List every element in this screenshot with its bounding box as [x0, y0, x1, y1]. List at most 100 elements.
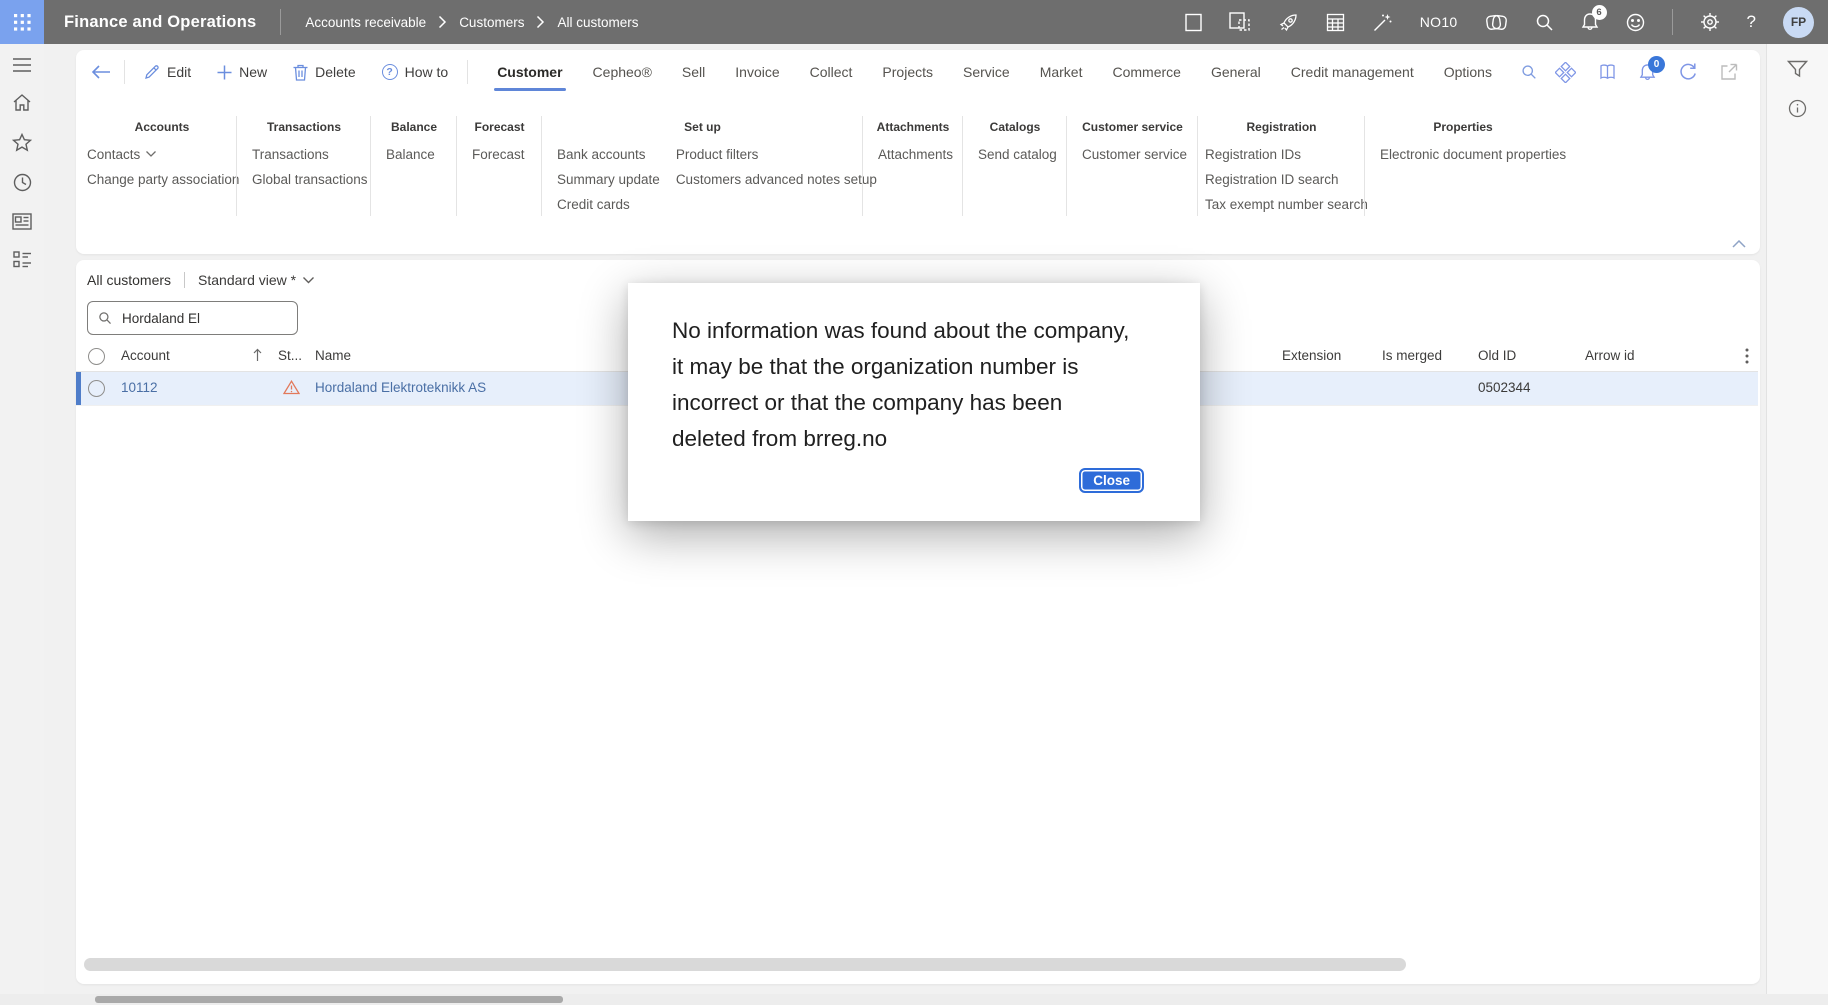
app-title[interactable]: Finance and Operations — [64, 13, 256, 32]
avatar[interactable]: FP — [1783, 6, 1814, 38]
ribbon-group-customer-service: Customer service Customer service — [1067, 94, 1198, 254]
tab-options[interactable]: Options — [1429, 50, 1507, 94]
tab-sell[interactable]: Sell — [667, 50, 720, 94]
messages-bell-icon[interactable]: 0 — [1639, 55, 1665, 82]
registration-ids-button[interactable]: Registration IDs — [1205, 146, 1368, 162]
column-header-is-merged[interactable]: Is merged — [1382, 348, 1442, 363]
ribbon-group-registration: Registration Registration IDs Registrati… — [1198, 94, 1368, 254]
workspaces-icon[interactable] — [12, 213, 32, 230]
home-icon[interactable] — [12, 93, 32, 112]
breadcrumb-item[interactable]: All customers — [557, 15, 638, 30]
action-row: Edit New Delete ? How to Customer Cepheo… — [76, 50, 1760, 94]
back-arrow-icon[interactable] — [84, 55, 118, 89]
edit-button[interactable]: Edit — [131, 50, 204, 94]
tab-commerce[interactable]: Commerce — [1097, 50, 1195, 94]
refresh-icon[interactable] — [1678, 62, 1698, 82]
grid-horizontal-scrollbar[interactable] — [84, 958, 1406, 971]
search-input[interactable] — [120, 309, 280, 327]
tab-cepheo[interactable]: Cepheo® — [578, 50, 667, 94]
select-all-radio[interactable] — [88, 348, 105, 365]
tab-credit-management[interactable]: Credit management — [1276, 50, 1429, 94]
column-header-account[interactable]: Account — [121, 348, 170, 363]
open-in-new-icon[interactable] — [1720, 63, 1738, 81]
contacts-menu[interactable]: Contacts — [87, 146, 239, 162]
customers-advanced-notes-setup-button[interactable]: Customers advanced notes setup — [676, 171, 877, 187]
wand-icon[interactable] — [1372, 12, 1393, 33]
app-launcher-waffle-icon[interactable] — [0, 0, 44, 44]
tax-exempt-number-search-button[interactable]: Tax exempt number search — [1205, 196, 1368, 212]
column-header-arrow-id[interactable]: Arrow id — [1585, 348, 1635, 363]
feedback-smiley-icon[interactable] — [1626, 13, 1645, 32]
ribbon-group-balance: Balance Balance — [371, 94, 457, 254]
filter-funnel-icon[interactable] — [1787, 60, 1808, 79]
devices-icon[interactable] — [1229, 12, 1251, 32]
attachments-button[interactable]: Attachments — [878, 146, 953, 162]
tab-collect[interactable]: Collect — [795, 50, 868, 94]
rocket-icon[interactable] — [1278, 12, 1299, 33]
row-radio[interactable] — [88, 380, 105, 397]
help-icon[interactable]: ? — [1747, 12, 1756, 32]
account-link[interactable]: 10112 — [121, 380, 158, 395]
electronic-document-properties-button[interactable]: Electronic document properties — [1380, 146, 1566, 162]
delete-button[interactable]: Delete — [280, 50, 368, 94]
favorites-star-icon[interactable] — [12, 133, 32, 152]
summary-update-button[interactable]: Summary update — [557, 171, 660, 187]
tab-general[interactable]: General — [1196, 50, 1276, 94]
forecast-button[interactable]: Forecast — [472, 146, 525, 162]
column-header-old-id[interactable]: Old ID — [1478, 348, 1516, 363]
tab-customer[interactable]: Customer — [482, 50, 577, 94]
close-button[interactable]: Close — [1079, 468, 1144, 493]
info-circle-icon[interactable] — [1788, 99, 1807, 118]
calculator-icon[interactable] — [1326, 13, 1345, 32]
divider — [1671, 9, 1673, 35]
copilot-icon[interactable] — [1485, 13, 1508, 32]
tab-invoice[interactable]: Invoice — [720, 50, 794, 94]
tab-search-icon[interactable] — [1507, 64, 1551, 80]
breadcrumb-item[interactable]: Customers — [459, 15, 524, 30]
column-header-status[interactable]: St... — [278, 348, 302, 363]
search-icon[interactable] — [1535, 13, 1554, 32]
transactions-button[interactable]: Transactions — [252, 146, 368, 162]
group-title: Catalogs — [989, 120, 1041, 134]
fullscreen-icon[interactable] — [1185, 13, 1202, 32]
how-to-button[interactable]: ? How to — [369, 50, 462, 94]
customer-service-button[interactable]: Customer service — [1082, 146, 1187, 162]
environment-label[interactable]: NO10 — [1420, 14, 1458, 30]
group-title: Customer service — [1082, 120, 1183, 134]
delete-label: Delete — [315, 64, 356, 80]
column-header-name[interactable]: Name — [315, 348, 351, 363]
recent-clock-icon[interactable] — [13, 173, 32, 192]
collapse-ribbon-chevron-up-icon[interactable] — [1732, 240, 1746, 248]
new-button[interactable]: New — [204, 50, 280, 94]
change-party-association-button[interactable]: Change party association — [87, 171, 239, 187]
action-pane-right-icons: 0 — [1555, 55, 1760, 83]
chevron-right-icon — [536, 15, 545, 29]
send-catalog-button[interactable]: Send catalog — [978, 146, 1057, 162]
registration-id-search-button[interactable]: Registration ID search — [1205, 171, 1368, 187]
apps-diamond-icon[interactable] — [1555, 61, 1576, 83]
tab-market[interactable]: Market — [1025, 50, 1098, 94]
modules-icon[interactable] — [12, 251, 32, 268]
question-circle-icon: ? — [381, 64, 398, 80]
global-transactions-button[interactable]: Global transactions — [252, 171, 368, 187]
balance-button[interactable]: Balance — [386, 146, 435, 162]
column-options-ellipsis-icon[interactable] — [1745, 348, 1749, 364]
view-name-label: Standard view * — [198, 272, 297, 288]
column-header-extension[interactable]: Extension — [1282, 348, 1341, 363]
notifications-bell-icon[interactable]: 6 — [1581, 5, 1607, 32]
settings-gear-icon[interactable] — [1700, 12, 1720, 32]
credit-cards-button[interactable]: Credit cards — [557, 196, 660, 212]
product-filters-button[interactable]: Product filters — [676, 146, 877, 162]
bank-accounts-button[interactable]: Bank accounts — [557, 146, 660, 162]
group-title: Set up — [684, 120, 721, 134]
book-icon[interactable] — [1598, 63, 1617, 82]
view-selector[interactable]: Standard view * — [198, 272, 315, 288]
tab-service[interactable]: Service — [948, 50, 1025, 94]
row-selection-accent — [76, 372, 81, 405]
customer-name-link[interactable]: Hordaland Elektroteknikk AS — [315, 380, 486, 395]
breadcrumb-item[interactable]: Accounts receivable — [305, 15, 426, 30]
menu-hamburger-icon[interactable] — [13, 58, 31, 72]
browser-scrollbar-thumb[interactable] — [95, 996, 563, 1003]
list-title: All customers — [87, 272, 172, 288]
tab-projects[interactable]: Projects — [867, 50, 948, 94]
